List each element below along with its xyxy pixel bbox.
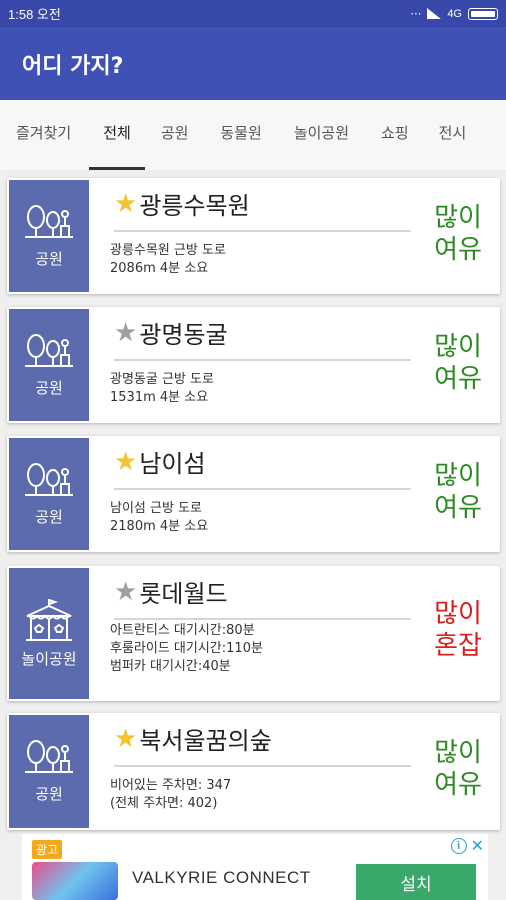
category-tile: 공원 (9, 438, 89, 550)
category-label: 공원 (35, 785, 63, 803)
place-card[interactable]: 공원 ★ 남이섬 남이섬 근방 도로 2180m 4분 소요 많이 여유 (7, 436, 500, 552)
info-line: 범퍼카 대기시간:40분 (110, 659, 231, 674)
app-bar: 어디 가지? (0, 27, 506, 100)
divider (114, 765, 411, 767)
tab-amusement-park[interactable]: 놀이공원 (294, 100, 349, 170)
congestion-status: 많이 여유 (430, 460, 486, 524)
favorite-star-icon[interactable]: ★ (114, 191, 137, 217)
status-time: 1:58 오전 (8, 7, 61, 22)
place-card[interactable]: 공원 ★ 광릉수목원 광릉수목원 근방 도로 2086m 4분 소요 많이 여유 (7, 178, 500, 294)
tree-icon (25, 204, 73, 238)
status-line: 여유 (434, 770, 482, 800)
wifi-icon: ⋯ (410, 8, 422, 20)
place-name: 남이섬 (139, 450, 206, 478)
info-line: 후룸라이드 대기시간:110분 (110, 641, 263, 656)
network-label: 4G (447, 7, 462, 20)
tree-icon (25, 333, 73, 367)
place-card[interactable]: 공원 ★ 북서울꿈의숲 비어있는 주차면: 347 (전체 주차면: 402) … (7, 713, 500, 830)
tree-icon (25, 740, 73, 773)
tree-icon (25, 462, 73, 496)
favorite-star-icon[interactable]: ★ (114, 726, 137, 752)
status-line: 많이 (434, 461, 482, 491)
ad-image[interactable] (32, 862, 118, 900)
status-line: 많이 (434, 599, 482, 629)
info-line: 아트란티스 대기시간:80분 (110, 623, 255, 638)
place-info: 남이섬 근방 도로 2180m 4분 소요 (110, 500, 208, 536)
carousel-icon (26, 599, 72, 641)
congestion-status: 많이 여유 (430, 331, 486, 395)
ad-title[interactable]: VALKYRIE CONNECT (132, 868, 311, 888)
category-label: 공원 (35, 507, 63, 526)
place-info: 아트란티스 대기시간:80분 후룸라이드 대기시간:110분 범퍼카 대기시간:… (110, 622, 263, 676)
place-name: 광릉수목원 (139, 192, 250, 220)
place-info: 광명동굴 근방 도로 1531m 4분 소요 (110, 371, 214, 407)
place-card[interactable]: 공원 ★ 광명동굴 광명동굴 근방 도로 1531m 4분 소요 많이 여유 (7, 307, 500, 423)
status-line: 혼잡 (434, 631, 482, 661)
tab-park[interactable]: 공원 (161, 100, 189, 170)
status-line: 많이 (434, 203, 482, 233)
divider (114, 359, 411, 361)
divider (114, 230, 411, 232)
info-line: 남이섬 근방 도로 (110, 501, 202, 516)
category-tile: 공원 (9, 309, 89, 421)
info-line: 1531m 4분 소요 (110, 390, 209, 405)
congestion-status: 많이 여유 (430, 202, 486, 266)
congestion-status: 많이 혼잡 (430, 598, 486, 662)
place-info: 광릉수목원 근방 도로 2086m 4분 소요 (110, 242, 226, 278)
tab-favorites[interactable]: 즐겨찾기 (16, 100, 71, 170)
congestion-status: 많이 여유 (430, 737, 486, 801)
app-title: 어디 가지? (22, 53, 124, 79)
battery-icon (468, 7, 498, 20)
info-line: 2180m 4분 소요 (110, 519, 209, 534)
category-tile: 공원 (9, 715, 89, 828)
status-icons: ⋯ 4G (410, 7, 498, 20)
divider (114, 618, 411, 620)
category-label: 공원 (35, 378, 63, 397)
category-label: 공원 (35, 249, 63, 268)
status-line: 여유 (434, 364, 482, 394)
info-line: 비어있는 주차면: 347 (110, 778, 232, 793)
place-card[interactable]: 놀이공원 ★ 롯데월드 아트란티스 대기시간:80분 후룸라이드 대기시간:11… (7, 566, 500, 701)
info-line: 광명동굴 근방 도로 (110, 372, 214, 387)
place-name: 북서울꿈의숲 (139, 727, 272, 755)
tab-exhibition[interactable]: 전시 (439, 100, 467, 170)
status-line: 여유 (434, 235, 482, 265)
place-name: 광명동굴 (139, 321, 228, 349)
category-tile: 놀이공원 (9, 568, 89, 699)
status-line: 여유 (434, 493, 482, 523)
ad-banner[interactable]: 광고 VALKYRIE CONNECT 설치 i ✕ (22, 834, 488, 900)
status-line: 많이 (434, 332, 482, 362)
place-name: 롯데월드 (139, 580, 228, 608)
favorite-star-icon[interactable]: ★ (114, 320, 137, 346)
info-line: (전체 주차면: 402) (110, 796, 218, 811)
favorite-star-icon[interactable]: ★ (114, 449, 137, 475)
signal-icon (427, 8, 442, 19)
ad-controls: i ✕ (450, 838, 484, 854)
info-line: 2086m 4분 소요 (110, 261, 209, 276)
status-bar: 1:58 오전 ⋯ 4G (0, 0, 506, 27)
category-label: 놀이공원 (21, 650, 77, 668)
tab-shopping[interactable]: 쇼핑 (381, 100, 409, 170)
tab-zoo[interactable]: 동물원 (220, 100, 261, 170)
info-icon[interactable]: i (450, 838, 467, 854)
install-button[interactable]: 설치 (356, 864, 476, 900)
tab-all[interactable]: 전체 (89, 100, 145, 170)
place-info: 비어있는 주차면: 347 (전체 주차면: 402) (110, 777, 231, 813)
ad-tag: 광고 (32, 840, 63, 859)
category-tabs: 즐겨찾기 전체 공원 동물원 놀이공원 쇼핑 전시 (0, 100, 506, 170)
info-line: 광릉수목원 근방 도로 (110, 243, 226, 258)
favorite-star-icon[interactable]: ★ (114, 579, 137, 605)
status-line: 많이 (434, 738, 482, 768)
category-tile: 공원 (9, 180, 89, 292)
close-icon[interactable]: ✕ (471, 838, 484, 854)
divider (114, 488, 411, 490)
